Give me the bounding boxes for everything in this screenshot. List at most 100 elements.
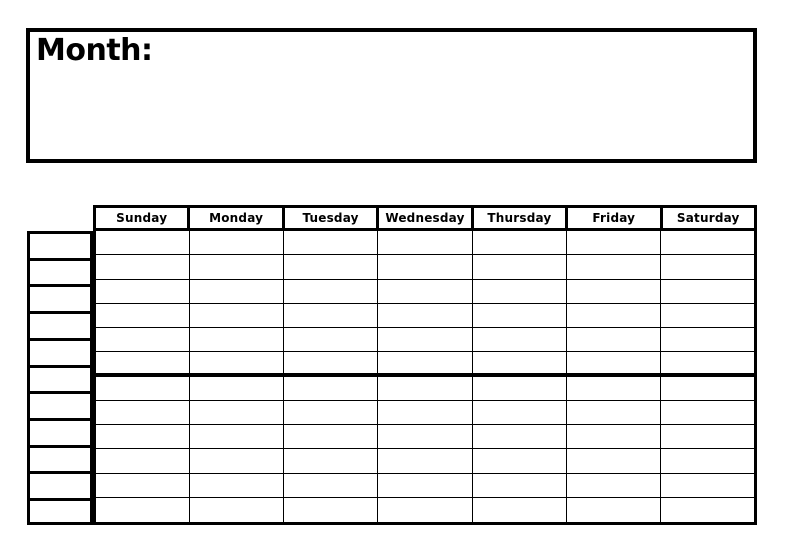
week-label-cell[interactable] <box>27 257 93 285</box>
calendar-day-cell[interactable] <box>284 376 379 400</box>
calendar-day-cell[interactable] <box>472 255 567 279</box>
calendar-day-cell[interactable] <box>284 497 379 522</box>
calendar-day-cell[interactable] <box>472 231 567 255</box>
calendar-day-cell[interactable] <box>96 303 191 327</box>
calendar-day-cell[interactable] <box>378 425 473 449</box>
calendar-day-cell[interactable] <box>284 473 379 497</box>
calendar-day-cell[interactable] <box>378 303 473 327</box>
calendar-day-cell[interactable] <box>96 376 191 400</box>
calendar-day-cell[interactable] <box>566 303 661 327</box>
calendar-day-cell[interactable] <box>190 255 285 279</box>
calendar-day-cell[interactable] <box>96 255 191 279</box>
calendar-day-cell[interactable] <box>284 255 379 279</box>
calendar-day-cell[interactable] <box>472 279 567 303</box>
calendar-day-cell[interactable] <box>96 449 191 473</box>
week-label-cell[interactable] <box>27 498 93 525</box>
calendar-day-cell[interactable] <box>660 376 754 400</box>
calendar-day-cell[interactable] <box>566 449 661 473</box>
calendar-day-cell[interactable] <box>378 473 473 497</box>
calendar-day-cell[interactable] <box>566 425 661 449</box>
calendar-day-cell[interactable] <box>660 303 754 327</box>
calendar-week-row <box>96 376 754 401</box>
calendar-day-cell[interactable] <box>284 425 379 449</box>
calendar-day-cell[interactable] <box>566 279 661 303</box>
week-label-cell[interactable] <box>27 284 93 312</box>
calendar-day-cell[interactable] <box>190 279 285 303</box>
week-label-cell[interactable] <box>27 391 93 419</box>
calendar-day-cell[interactable] <box>284 328 379 352</box>
calendar-day-cell[interactable] <box>660 255 754 279</box>
calendar-day-cell[interactable] <box>378 497 473 522</box>
calendar-day-cell[interactable] <box>566 473 661 497</box>
calendar-day-cell[interactable] <box>378 255 473 279</box>
calendar-day-cell[interactable] <box>566 400 661 424</box>
calendar-day-cell[interactable] <box>566 255 661 279</box>
calendar-day-cell[interactable] <box>472 425 567 449</box>
calendar-day-cell[interactable] <box>96 231 191 255</box>
calendar-day-cell[interactable] <box>190 497 285 522</box>
calendar-day-cell[interactable] <box>96 473 191 497</box>
calendar-day-cell[interactable] <box>284 279 379 303</box>
calendar-day-cell[interactable] <box>566 328 661 352</box>
day-of-week-label: Saturday <box>676 211 740 225</box>
calendar-day-cell[interactable] <box>566 376 661 400</box>
calendar-day-cell[interactable] <box>190 473 285 497</box>
calendar-day-cell[interactable] <box>284 231 379 255</box>
calendar-day-cell[interactable] <box>190 231 285 255</box>
calendar-day-cell[interactable] <box>378 279 473 303</box>
calendar-day-cell[interactable] <box>472 497 567 522</box>
calendar-day-cell[interactable] <box>566 231 661 255</box>
day-of-week-label: Sunday <box>116 211 168 225</box>
calendar-day-cell[interactable] <box>96 328 191 352</box>
calendar-day-cell[interactable] <box>190 400 285 424</box>
calendar-day-cell[interactable] <box>190 303 285 327</box>
calendar-day-cell[interactable] <box>378 400 473 424</box>
week-label-cell[interactable] <box>27 471 93 499</box>
week-label-cell[interactable] <box>27 311 93 338</box>
week-label-cell[interactable] <box>27 231 93 258</box>
calendar-day-cell[interactable] <box>566 497 661 522</box>
calendar-day-cell[interactable] <box>472 303 567 327</box>
week-label-cell[interactable] <box>27 418 93 445</box>
calendar-day-cell[interactable] <box>96 352 191 373</box>
week-label-cell[interactable] <box>27 444 93 472</box>
calendar-day-cell[interactable] <box>660 497 754 522</box>
calendar-day-cell[interactable] <box>96 400 191 424</box>
calendar-day-cell[interactable] <box>660 328 754 352</box>
calendar-day-cell[interactable] <box>378 449 473 473</box>
day-of-week-header-cell: Tuesday <box>284 208 380 228</box>
calendar-day-cell[interactable] <box>660 449 754 473</box>
calendar-day-cell[interactable] <box>472 376 567 400</box>
calendar-day-cell[interactable] <box>190 449 285 473</box>
calendar-day-cell[interactable] <box>378 352 473 373</box>
calendar-day-cell[interactable] <box>660 425 754 449</box>
calendar-day-cell[interactable] <box>660 279 754 303</box>
calendar-day-cell[interactable] <box>96 425 191 449</box>
calendar-day-cell[interactable] <box>472 400 567 424</box>
calendar-day-cell[interactable] <box>472 473 567 497</box>
calendar-day-cell[interactable] <box>96 279 191 303</box>
calendar-day-cell[interactable] <box>284 400 379 424</box>
month-title-box[interactable]: Month: <box>26 28 757 163</box>
calendar-day-cell[interactable] <box>472 328 567 352</box>
calendar-day-cell[interactable] <box>284 303 379 327</box>
calendar-day-cell[interactable] <box>284 449 379 473</box>
calendar-day-cell[interactable] <box>284 352 379 373</box>
calendar-day-cell[interactable] <box>378 376 473 400</box>
calendar-day-cell[interactable] <box>378 231 473 255</box>
calendar-day-cell[interactable] <box>660 231 754 255</box>
calendar-day-cell[interactable] <box>190 328 285 352</box>
week-label-cell[interactable] <box>27 364 93 392</box>
calendar-day-cell[interactable] <box>190 376 285 400</box>
calendar-day-cell[interactable] <box>566 352 661 373</box>
calendar-day-cell[interactable] <box>660 352 754 373</box>
calendar-day-cell[interactable] <box>472 449 567 473</box>
calendar-day-cell[interactable] <box>378 328 473 352</box>
calendar-day-cell[interactable] <box>190 425 285 449</box>
calendar-day-cell[interactable] <box>190 352 285 373</box>
calendar-day-cell[interactable] <box>96 497 191 522</box>
calendar-day-cell[interactable] <box>660 473 754 497</box>
calendar-day-cell[interactable] <box>660 400 754 424</box>
week-label-cell[interactable] <box>27 337 93 365</box>
calendar-day-cell[interactable] <box>472 352 567 373</box>
